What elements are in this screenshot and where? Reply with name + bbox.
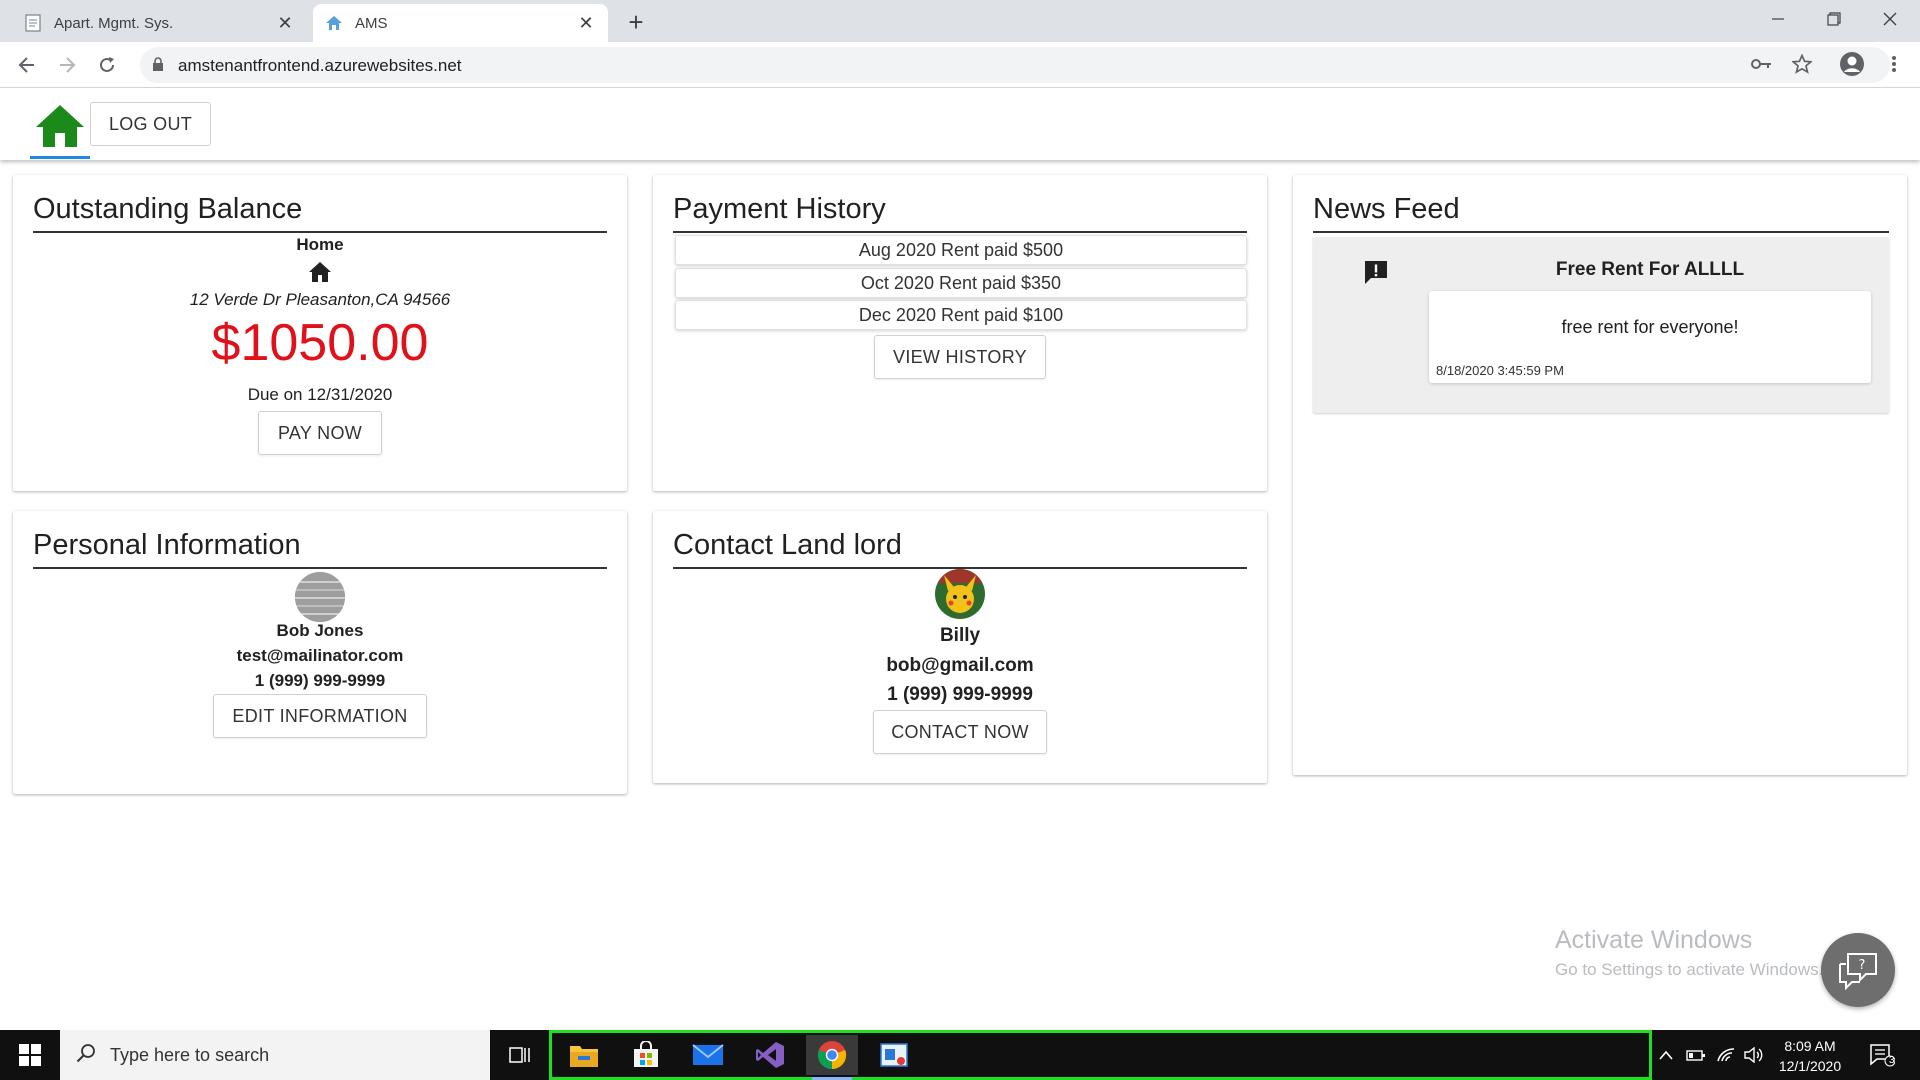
search-placeholder: Type here to search — [110, 1044, 270, 1065]
taskbar-search[interactable]: Type here to search — [60, 1030, 490, 1080]
browser-tab-strip: Apart. Mgmt. Sys. ✕ AMS ✕ + — [0, 0, 1920, 42]
user-name: Bob Jones — [276, 621, 364, 640]
tab-ams[interactable]: AMS ✕ — [313, 4, 608, 42]
task-view-icon[interactable] — [502, 1040, 538, 1070]
mail-icon[interactable] — [682, 1035, 734, 1075]
chat-button[interactable]: ? — [1821, 933, 1895, 1007]
bookmark-star-icon[interactable] — [1788, 50, 1816, 78]
divider — [1313, 231, 1889, 233]
url-text: amstenantfrontend.azurewebsites.net — [178, 56, 462, 75]
system-clock[interactable]: 8:09 AM 12/1/2020 — [1770, 1036, 1850, 1076]
contact-landlord-card: Contact Land lord Billy bob@gmail.com 1 … — [653, 511, 1267, 783]
file-explorer-icon[interactable] — [558, 1035, 610, 1075]
more-menu-icon[interactable] — [1880, 50, 1908, 78]
divider — [33, 567, 607, 569]
landlord-avatar — [935, 569, 985, 619]
key-icon[interactable] — [1748, 50, 1776, 78]
notification-count: 3 — [1889, 1055, 1895, 1066]
store-icon[interactable] — [620, 1035, 672, 1075]
divider — [33, 231, 607, 233]
card-title: Contact Land lord — [673, 529, 902, 561]
news-title: Free Rent For ALLLL — [1555, 259, 1745, 280]
visual-studio-icon[interactable] — [744, 1035, 796, 1075]
notification-center-icon[interactable]: 3 — [1862, 1030, 1902, 1080]
view-history-button[interactable]: VIEW HISTORY — [874, 335, 1046, 379]
address-bar[interactable]: amstenantfrontend.azurewebsites.net — [140, 47, 1890, 83]
active-tab-indicator — [30, 156, 90, 159]
tab-title: AMS — [355, 14, 388, 32]
chat-icon: ? — [1839, 953, 1877, 990]
windows-taskbar: Type here to search 8:09 AM 12/1/2020 3 — [0, 1030, 1920, 1080]
personal-information-card: Personal Information Bob Jones test@mail… — [13, 511, 627, 794]
close-tab-icon[interactable]: ✕ — [275, 13, 295, 33]
news-timestamp: 8/18/2020 3:45:59 PM — [1436, 363, 1564, 378]
user-email: test@mailinator.com — [236, 646, 404, 665]
user-avatar — [295, 572, 345, 622]
home-button[interactable] — [30, 98, 90, 154]
news-body: free rent for everyone! — [1561, 317, 1739, 337]
clock-time: 8:09 AM — [1784, 1038, 1836, 1054]
page-icon — [24, 14, 42, 32]
balance-amount: $1050.00 — [211, 314, 429, 372]
snip-icon[interactable] — [868, 1035, 920, 1075]
home-icon — [36, 105, 84, 147]
property-address: 12 Verde Dr Pleasanton,CA 94566 — [189, 290, 451, 309]
app-header: LOG OUT — [0, 88, 1920, 160]
browser-toolbar: amstenantfrontend.azurewebsites.net — [0, 42, 1920, 88]
windows-logo-icon — [19, 1044, 41, 1066]
forward-icon[interactable] — [52, 50, 82, 80]
pay-now-button[interactable]: PAY NOW — [258, 411, 382, 455]
card-title: Outstanding Balance — [33, 193, 303, 225]
landlord-phone: 1 (999) 999-9999 — [887, 684, 1033, 705]
outstanding-balance-card: Outstanding Balance Home 12 Verde Dr Ple… — [13, 175, 627, 491]
tab-title: Apart. Mgmt. Sys. — [54, 14, 174, 32]
payment-history-card: Payment History Aug 2020 Rent paid $500 … — [653, 175, 1267, 491]
close-tab-icon[interactable]: ✕ — [576, 13, 596, 33]
property-label: Home — [296, 235, 344, 254]
profile-icon[interactable] — [1838, 50, 1866, 78]
back-icon[interactable] — [12, 50, 42, 80]
news-item[interactable]: Free Rent For ALLLL free rent for everyo… — [1313, 237, 1889, 413]
logout-button[interactable]: LOG OUT — [90, 102, 211, 146]
chevron-up-icon[interactable] — [1652, 1030, 1680, 1080]
news-content: free rent for everyone! 8/18/2020 3:45:5… — [1429, 291, 1871, 383]
activate-windows-subtitle: Go to Settings to activate Windows. — [1555, 960, 1824, 979]
edit-information-button[interactable]: EDIT INFORMATION — [213, 694, 427, 738]
card-title: Personal Information — [33, 529, 301, 561]
payment-item[interactable]: Dec 2020 Rent paid $100 — [675, 300, 1247, 330]
svg-text:?: ? — [1859, 958, 1866, 973]
feedback-icon — [1363, 259, 1389, 290]
clock-date: 12/1/2020 — [1778, 1058, 1842, 1074]
start-button[interactable] — [0, 1030, 60, 1080]
search-icon — [76, 1043, 96, 1068]
landlord-email: bob@gmail.com — [886, 655, 1034, 676]
news-feed-card: News Feed Free Rent For ALLLL free rent … — [1293, 175, 1907, 775]
lock-icon[interactable] — [152, 57, 164, 77]
restore-icon[interactable] — [1806, 0, 1862, 38]
card-title: Payment History — [673, 193, 886, 225]
minimize-icon[interactable] — [1750, 0, 1806, 38]
card-title: News Feed — [1313, 193, 1460, 225]
ams-logo-icon — [325, 14, 343, 32]
payment-item[interactable]: Aug 2020 Rent paid $500 — [675, 235, 1247, 265]
landlord-name: Billy — [939, 625, 981, 646]
battery-icon[interactable] — [1682, 1030, 1710, 1080]
volume-icon[interactable] — [1740, 1030, 1768, 1080]
wifi-icon[interactable] — [1712, 1030, 1740, 1080]
contact-now-button[interactable]: CONTACT NOW — [873, 710, 1047, 754]
payment-item[interactable]: Oct 2020 Rent paid $350 — [675, 268, 1247, 298]
reload-icon[interactable] — [92, 50, 122, 80]
new-tab-button[interactable]: + — [622, 7, 650, 37]
tab-apart-mgmt[interactable]: Apart. Mgmt. Sys. ✕ — [12, 4, 307, 42]
divider — [673, 231, 1247, 233]
due-date: Due on 12/31/2020 — [247, 385, 393, 404]
chrome-icon[interactable] — [806, 1035, 858, 1080]
close-window-icon[interactable] — [1862, 0, 1918, 38]
activate-windows-title: Activate Windows — [1555, 926, 1753, 954]
house-icon — [13, 261, 627, 285]
user-phone: 1 (999) 999-9999 — [254, 671, 386, 690]
